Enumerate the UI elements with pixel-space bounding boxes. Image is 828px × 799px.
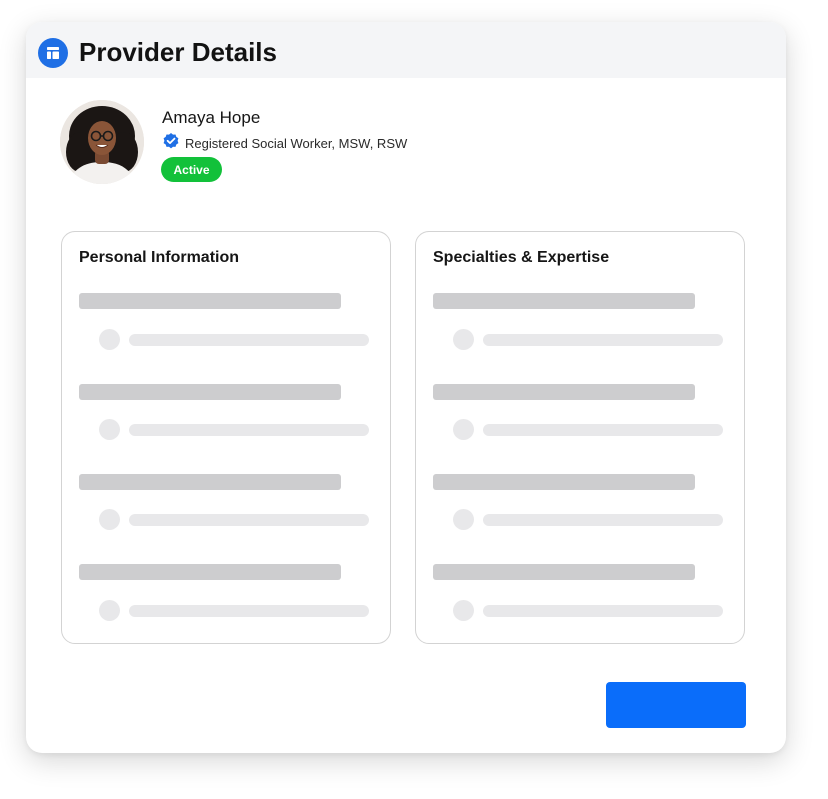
personal-information-title: Personal Information xyxy=(79,249,240,266)
skeleton-line xyxy=(483,514,723,526)
provider-details-panel: Provider Details Amaya Hope Registered S… xyxy=(26,22,786,753)
status-badge: Active xyxy=(161,157,222,182)
primary-action-button[interactable] xyxy=(606,682,746,728)
specialties-card: Specialties & Expertise xyxy=(415,231,745,644)
skeleton-avatar xyxy=(453,329,474,350)
skeleton-avatar xyxy=(453,600,474,621)
skeleton-line xyxy=(129,424,369,436)
skeleton-avatar xyxy=(99,329,120,350)
skeleton-line xyxy=(483,334,723,346)
dashboard-icon xyxy=(38,38,68,68)
skeleton-avatar xyxy=(99,509,120,530)
avatar xyxy=(60,100,144,184)
credentials-text: Registered Social Worker, MSW, RSW xyxy=(185,135,408,151)
provider-credentials: Registered Social Worker, MSW, RSW xyxy=(162,132,407,155)
provider-name: Amaya Hope xyxy=(162,108,261,127)
specialties-title: Specialties & Expertise xyxy=(433,249,610,266)
skeleton-line xyxy=(483,424,723,436)
skeleton-heading xyxy=(433,564,695,580)
skeleton-heading xyxy=(433,474,695,490)
panel-header: Provider Details xyxy=(26,22,786,78)
page-title: Provider Details xyxy=(79,37,277,67)
skeleton-avatar xyxy=(99,419,120,440)
skeleton-line xyxy=(483,605,723,617)
skeleton-heading xyxy=(433,293,695,309)
personal-information-card: Personal Information xyxy=(61,231,391,644)
skeleton-heading xyxy=(79,474,341,490)
skeleton-line xyxy=(129,605,369,617)
skeleton-heading xyxy=(79,564,341,580)
skeleton-heading xyxy=(433,384,695,400)
skeleton-heading xyxy=(79,384,341,400)
skeleton-avatar xyxy=(453,509,474,530)
skeleton-avatar xyxy=(99,600,120,621)
skeleton-heading xyxy=(79,293,341,309)
verified-badge-icon xyxy=(162,132,180,155)
skeleton-avatar xyxy=(453,419,474,440)
skeleton-line xyxy=(129,334,369,346)
skeleton-line xyxy=(129,514,369,526)
